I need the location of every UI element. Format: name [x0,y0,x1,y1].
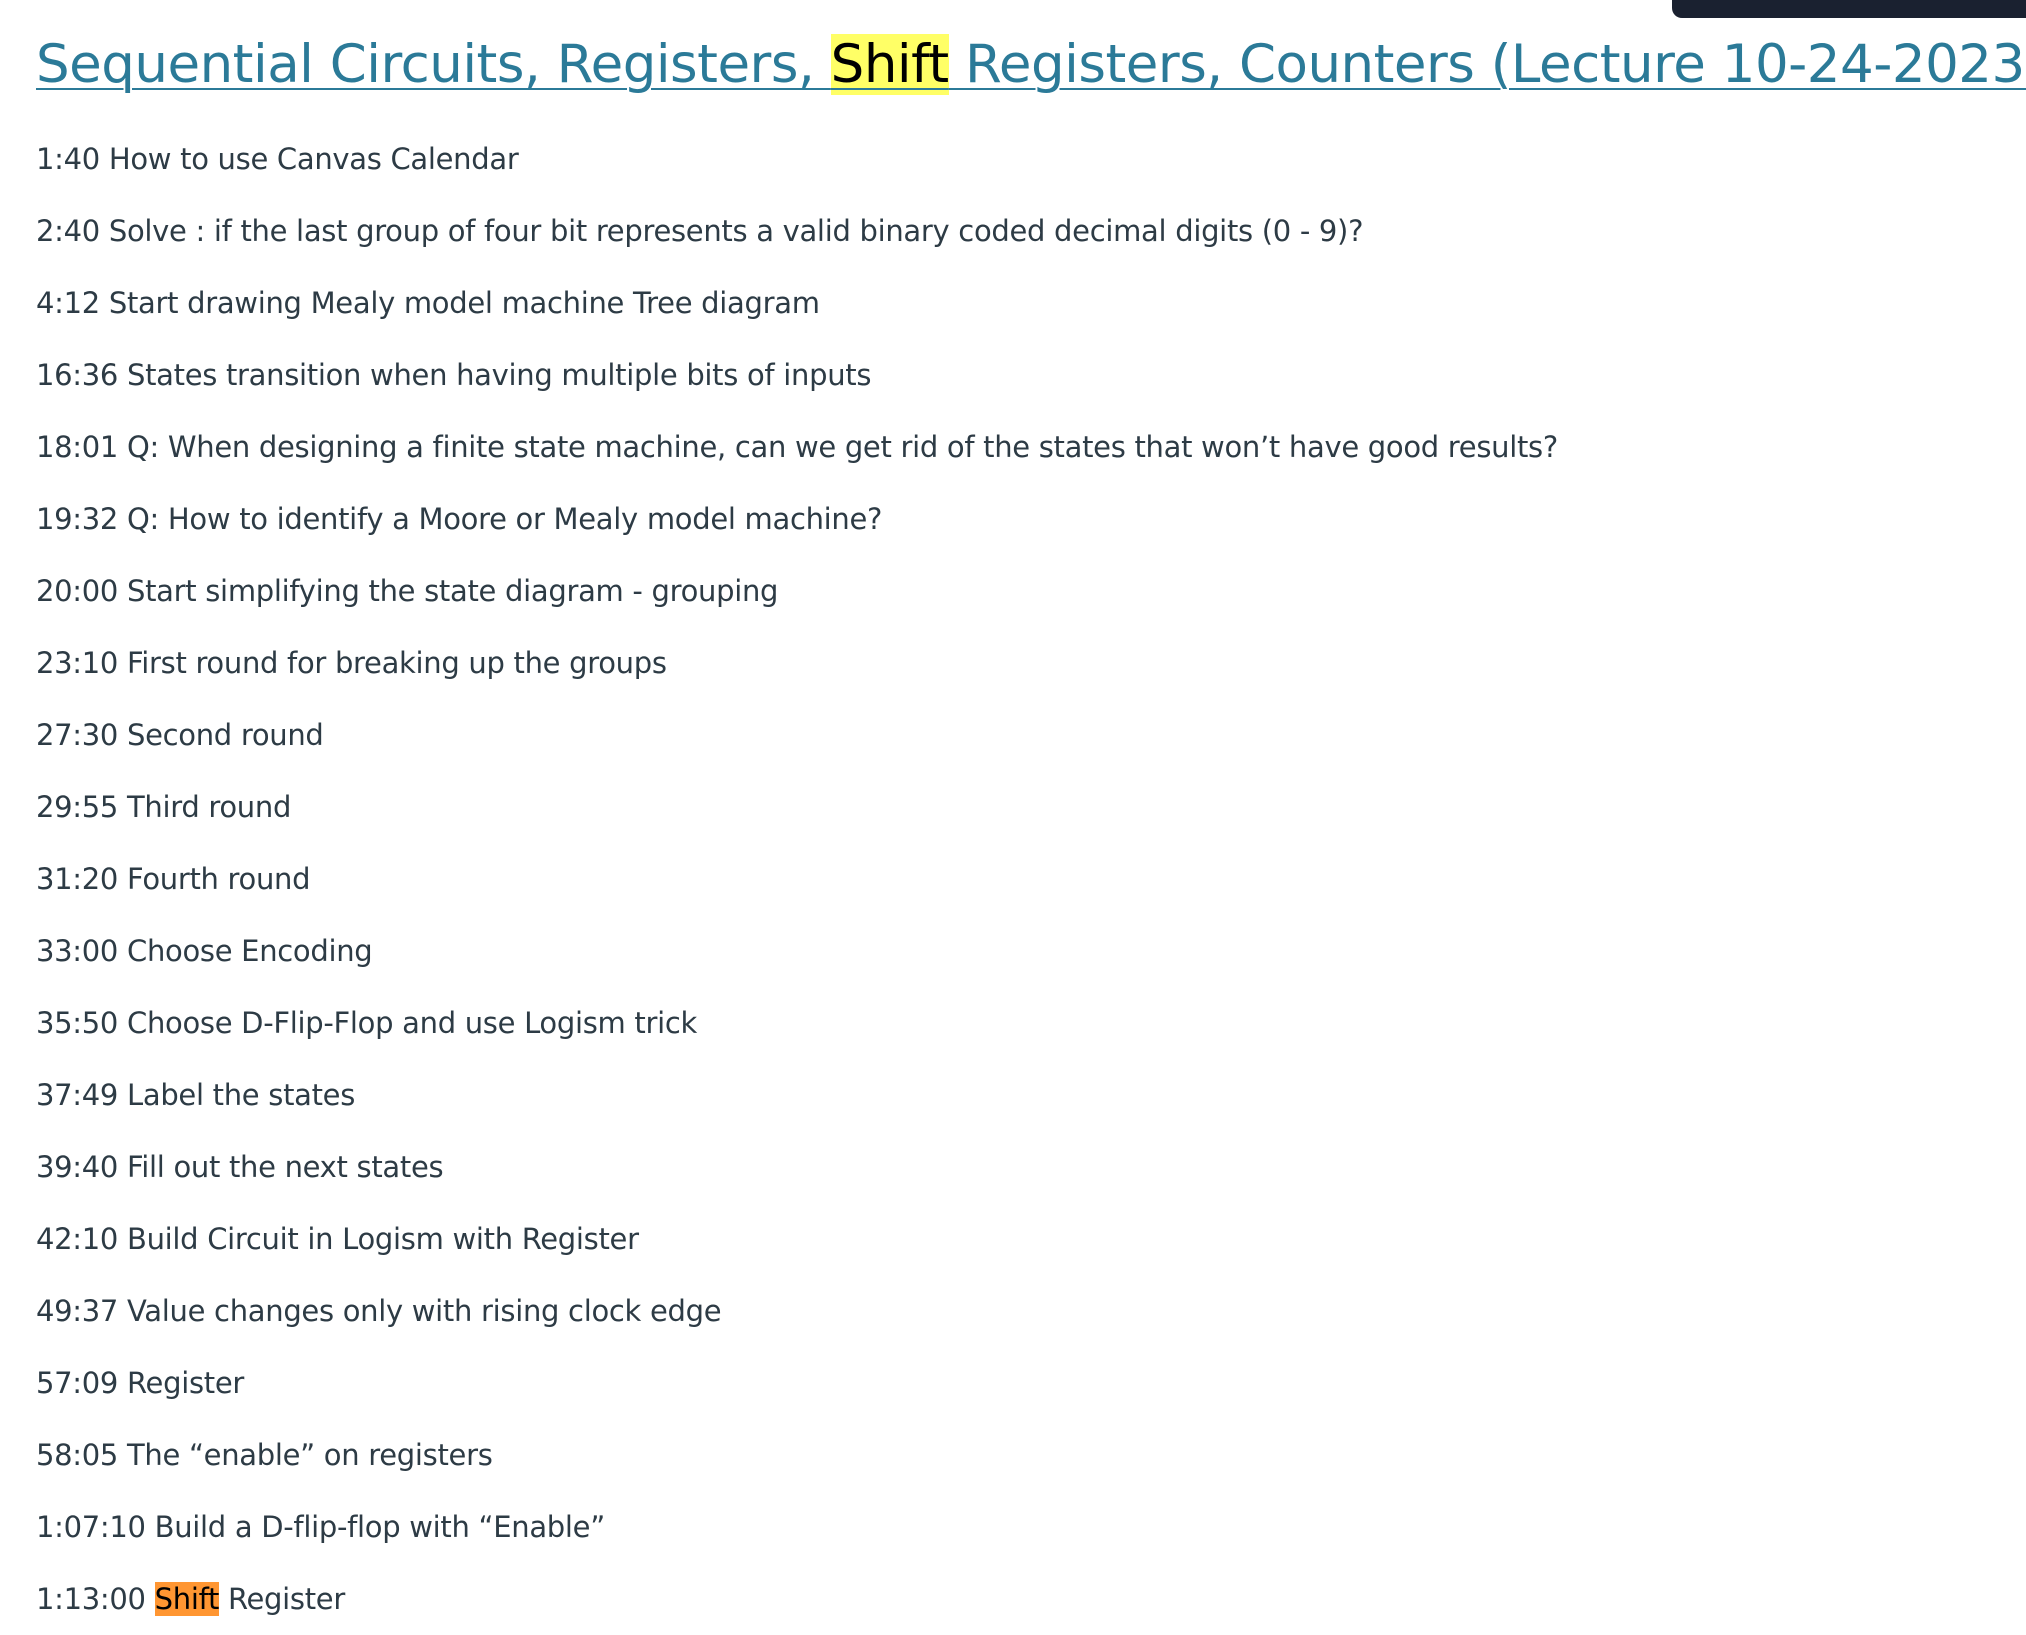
search-highlight-match: Shift [154,1582,220,1616]
timestamp-item: 27:30 Second round [36,718,324,752]
timestamp-text-before: 1:13:00 [36,1582,155,1616]
timestamp-list: 1:40 How to use Canvas Calendar 2:40 Sol… [36,123,1996,1635]
timestamp-item: 20:00 Start simplifying the state diagra… [36,574,779,608]
title-text-before: Sequential Circuits, Registers, [36,34,831,95]
timestamp-item: 37:49 Label the states [36,1078,356,1112]
page-title: Sequential Circuits, Registers, Shift Re… [36,26,2026,104]
lecture-title-link[interactable]: Sequential Circuits, Registers, Shift Re… [36,34,2026,95]
timestamp-item: 57:09 Register [36,1366,244,1400]
timestamp-item: 33:00 Choose Encoding [36,934,373,968]
timestamp-item: 1:07:10 Build a D-flip-flop with “Enable… [36,1510,605,1544]
timestamp-item: 19:32 Q: How to identify a Moore or Meal… [36,502,883,536]
timestamp-item: 2:40 Solve : if the last group of four b… [36,214,1364,248]
search-highlight-current: Shift [830,34,949,95]
timestamp-item: 4:12 Start drawing Mealy model machine T… [36,286,820,320]
timestamp-item: 31:20 Fourth round [36,862,311,896]
timestamp-item-last: 1:13:00 Shift Register [36,1563,1996,1635]
timestamp-item: 16:36 States transition when having mult… [36,358,872,392]
timestamp-item: 42:10 Build Circuit in Logism with Regis… [36,1222,639,1256]
timestamp-item: 1:40 How to use Canvas Calendar [36,142,519,176]
timestamp-item: 39:40 Fill out the next states [36,1150,444,1184]
top-overlay-tab [1672,0,2026,18]
timestamp-item: 58:05 The “enable” on registers [36,1438,493,1472]
timestamp-item: 18:01 Q: When designing a finite state m… [36,430,1558,464]
timestamp-item: 29:55 Third round [36,790,292,824]
timestamp-item: 23:10 First round for breaking up the gr… [36,646,667,680]
page-content: Sequential Circuits, Registers, Shift Re… [36,26,2026,1635]
timestamp-text-after: Register [219,1582,345,1616]
title-text-after: Registers, Counters (Lecture 10-24-2023) [948,34,2026,95]
timestamp-item: 35:50 Choose D-Flip-Flop and use Logism … [36,1006,697,1040]
timestamp-item: 49:37 Value changes only with rising clo… [36,1294,722,1328]
